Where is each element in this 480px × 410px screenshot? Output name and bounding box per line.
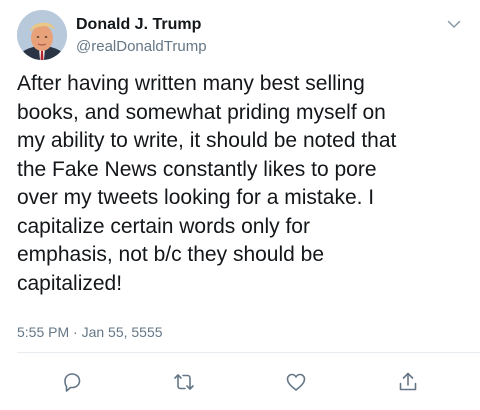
- reply-button[interactable]: [60, 370, 84, 394]
- tweet-timestamp[interactable]: 5:55 PM · Jan 55, 5555: [17, 324, 163, 340]
- like-button[interactable]: [284, 370, 308, 394]
- avatar-photo-icon: [17, 10, 67, 60]
- share-button[interactable]: [396, 370, 420, 394]
- tweet-card: Donald J. Trump @realDonaldTrump After h…: [0, 0, 480, 410]
- author-handle[interactable]: @realDonaldTrump: [76, 37, 207, 57]
- avatar[interactable]: [17, 10, 67, 60]
- chevron-down-icon[interactable]: [446, 16, 462, 32]
- author-names: Donald J. Trump @realDonaldTrump: [76, 15, 207, 57]
- reply-icon: [64, 373, 81, 392]
- author-display-name[interactable]: Donald J. Trump: [76, 15, 207, 34]
- tweet-text: After having written many best selling b…: [17, 72, 397, 295]
- tweet-header: Donald J. Trump @realDonaldTrump: [17, 10, 472, 64]
- divider: [17, 352, 480, 353]
- tweet-actions: [0, 370, 480, 398]
- retweet-button[interactable]: [172, 370, 196, 394]
- heart-icon: [286, 373, 306, 391]
- retweet-icon: [174, 374, 194, 390]
- share-icon: [399, 372, 417, 391]
